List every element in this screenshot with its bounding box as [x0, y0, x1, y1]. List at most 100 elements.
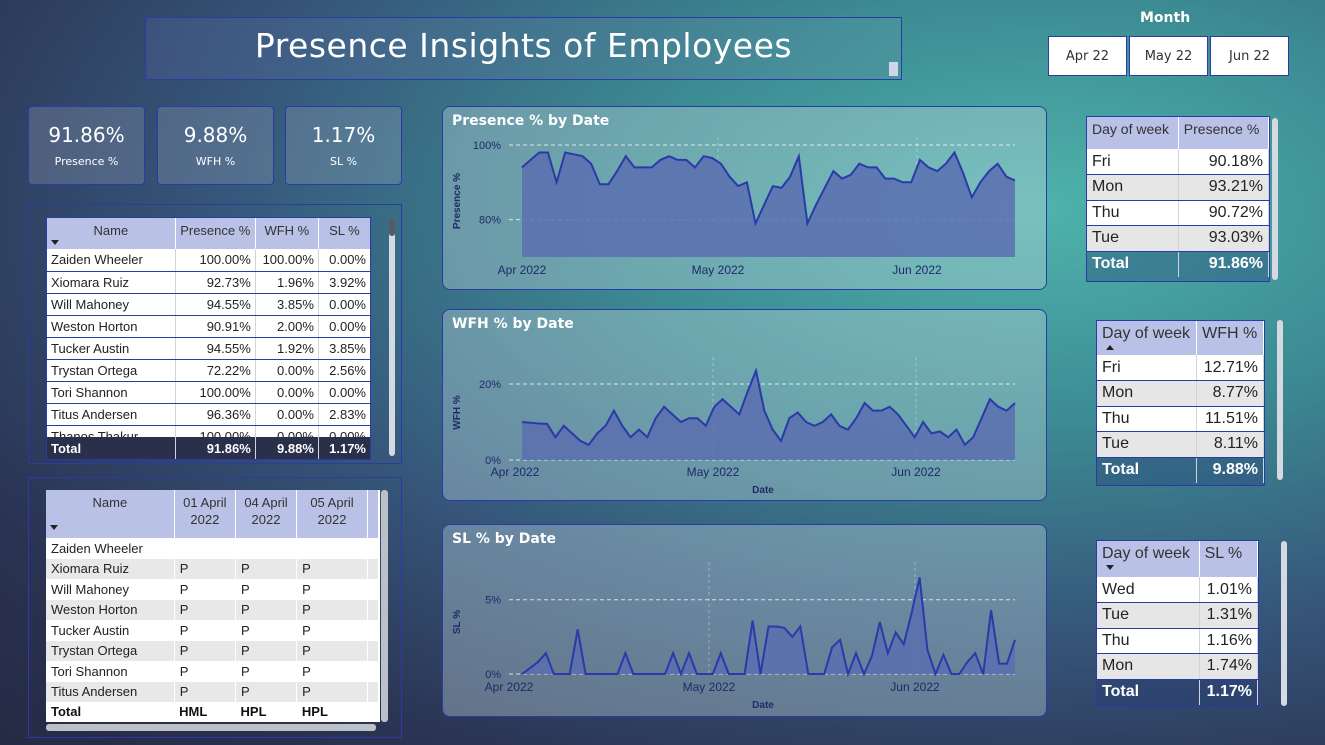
table-row[interactable]: Will Mahoney 94.55% 3.85% 0.00%	[47, 293, 370, 316]
att-col-header-date3[interactable]: 05 April 2022	[296, 490, 368, 538]
attendance-table-scrollbar[interactable]	[381, 490, 388, 722]
cell-value: P	[174, 681, 236, 702]
table-row[interactable]: Trystan Ortega 72.22% 0.00% 2.56%	[47, 359, 370, 382]
month-slicer-label: Month	[1140, 10, 1191, 26]
presence-dow-scrollbar[interactable]	[1272, 118, 1278, 280]
attendance-table: Name 01 April 2022 04 April 2022 05 Apri…	[46, 490, 380, 722]
x-tick-label: Apr 2022	[498, 263, 547, 277]
col-header-name[interactable]: Name	[47, 218, 176, 249]
dow-col-header-day[interactable]: Day of week	[1097, 321, 1198, 355]
col-header-sl[interactable]: SL %	[318, 218, 370, 249]
row-label: Fri	[1087, 149, 1179, 175]
employee-table-scroll-thumb[interactable]	[389, 218, 395, 236]
table-row[interactable]: Tue 93.03%	[1087, 225, 1270, 252]
presence-dow-table: Day of week Presence % Fri 90.18% Mon 93.21…	[1086, 116, 1270, 282]
table-row[interactable]: Tucker Austin 94.55% 1.92% 3.85%	[47, 337, 370, 360]
kpi-card-sl: 1.17% SL %	[285, 106, 402, 185]
kpi-label: WFH %	[195, 155, 236, 168]
cell-value: P	[174, 620, 236, 641]
dow-col-header-sl[interactable]: SL %	[1199, 541, 1259, 577]
cell-value: 93.03%	[1178, 225, 1270, 252]
sl-dow-scrollbar[interactable]	[1281, 541, 1287, 706]
table-row[interactable]: Zaiden Wheeler	[46, 538, 380, 559]
cell-value: 90.18%	[1178, 149, 1270, 175]
cell-value: 0.00%	[318, 315, 370, 338]
row-label: Mon	[1097, 380, 1198, 407]
x-tick-label: Jun 2022	[891, 465, 941, 479]
cell-value: 3.92%	[318, 271, 370, 294]
dow-total-value: 1.17%	[1199, 679, 1259, 705]
presence-chart[interactable]: 100%80%Apr 2022 May 2022 Jun 2022Presence …	[443, 107, 1047, 290]
table-row[interactable]: Titus Andersen 96.36% 0.00% 2.83%	[47, 403, 370, 426]
month-option-may[interactable]: May 22	[1129, 36, 1208, 76]
table-row[interactable]: Fri 12.71%	[1097, 355, 1264, 381]
table-row[interactable]: Weston Horton P P P	[46, 599, 380, 620]
attendance-table-hscrollbar[interactable]	[46, 724, 376, 731]
wfh-dow-scrollbar[interactable]	[1277, 320, 1283, 480]
cell-value: 1.01%	[1199, 577, 1259, 603]
col-header-presence[interactable]: Presence %	[175, 218, 256, 249]
sl-chart-card: SL % by Date 5% 0% Apr 2022 May 2022 Jun 202…	[442, 524, 1047, 717]
table-row[interactable]: Thu 1.16%	[1097, 628, 1259, 654]
cell-value: 1.74%	[1199, 653, 1259, 680]
att-col-header-name[interactable]: Name	[46, 490, 175, 538]
table-row[interactable]: Tue 8.11%	[1097, 431, 1264, 458]
table-row[interactable]: Mon 1.74%	[1097, 653, 1259, 680]
att-col-header-date1[interactable]: 01 April 2022	[174, 490, 236, 538]
kpi-card-presence: 91.86% Presence %	[28, 106, 145, 185]
att-col-header-date2[interactable]: 04 April 2022	[235, 490, 298, 538]
table-row[interactable]: Thu 11.51%	[1097, 406, 1264, 432]
x-tick-label: May 2022	[692, 263, 745, 277]
cell-value: P	[235, 620, 298, 641]
table-row[interactable]: Trystan Ortega P P P	[46, 640, 380, 661]
table-row[interactable]: Thu 90.72%	[1087, 200, 1270, 226]
table-row[interactable]: Mon 93.21%	[1087, 174, 1270, 201]
table-row[interactable]: Xiomara Ruiz 92.73% 1.96% 3.92%	[47, 271, 370, 294]
dow-col-header-wfh[interactable]: WFH %	[1196, 321, 1264, 355]
table-row[interactable]: Tori Shannon P P P	[46, 661, 380, 682]
kpi-label: SL %	[329, 155, 358, 168]
table-row[interactable]: Fri 90.18%	[1087, 149, 1270, 175]
table-row[interactable]: Weston Horton 90.91% 2.00% 0.00%	[47, 315, 370, 338]
row-label: Titus Andersen	[46, 681, 175, 702]
cell-value: 100.00%	[175, 249, 256, 272]
x-tick-label: May 2022	[683, 680, 736, 694]
col-header-wfh[interactable]: WFH %	[255, 218, 319, 249]
presence-chart-card: Presence % by Date 100% 80% Apr 2022 May 20…	[442, 106, 1047, 290]
row-label: Tori Shannon	[47, 381, 176, 404]
table-row[interactable]: Wed 1.01%	[1097, 577, 1259, 603]
employee-table-scrollbar[interactable]	[389, 218, 395, 456]
dow-total-value: 9.88%	[1196, 457, 1264, 483]
wfh-chart[interactable]: 20%0%Apr 2022 May 2022 Jun 2022DateWFH %	[443, 310, 1047, 501]
table-row[interactable]: Tori Shannon 100.00% 0.00% 0.00%	[47, 381, 370, 404]
table-row[interactable]: Tucker Austin P P P	[46, 620, 380, 641]
cell-value: P	[174, 579, 236, 600]
row-label: Titus Andersen	[47, 403, 176, 426]
row-label: Trystan Ortega	[46, 640, 175, 661]
cell-value: 0.00%	[255, 381, 319, 404]
report-title-box: Presence Insights of Employees	[145, 17, 902, 80]
row-label: Mon	[1087, 174, 1179, 201]
table-row[interactable]: Zaiden Wheeler 100.00% 100.00% 0.00%	[47, 249, 370, 272]
cell-value	[174, 538, 236, 559]
cell-value: P	[174, 599, 236, 620]
table-row[interactable]: Tue 1.31%	[1097, 602, 1259, 629]
dow-col-header-presence[interactable]: Presence %	[1178, 117, 1270, 149]
dow-col-header-day[interactable]: Day of week	[1087, 117, 1179, 149]
sort-asc-icon	[1106, 345, 1114, 350]
cell-value: 2.56%	[318, 359, 370, 382]
cell-value: P	[296, 640, 368, 661]
table-row[interactable]: Will Mahoney P P P	[46, 579, 380, 600]
dow-col-header-day[interactable]: Day of week	[1097, 541, 1200, 577]
cell-value	[296, 538, 368, 559]
row-label: Xiomara Ruiz	[47, 271, 176, 294]
sl-chart[interactable]: 5%0%Apr 2022 May 2022 Jun 2022DateSL %	[443, 525, 1047, 717]
table-row[interactable]: Titus Andersen P P P	[46, 681, 380, 702]
month-option-apr[interactable]: Apr 22	[1048, 36, 1127, 76]
title-scroll-handle[interactable]	[889, 62, 898, 76]
dow-total-value: 91.86%	[1178, 251, 1270, 277]
table-row[interactable]: Xiomara Ruiz P P P	[46, 558, 380, 579]
month-option-jun[interactable]: Jun 22	[1210, 36, 1289, 76]
y-tick-label: 100%	[473, 140, 501, 152]
table-row[interactable]: Mon 8.77%	[1097, 380, 1264, 407]
